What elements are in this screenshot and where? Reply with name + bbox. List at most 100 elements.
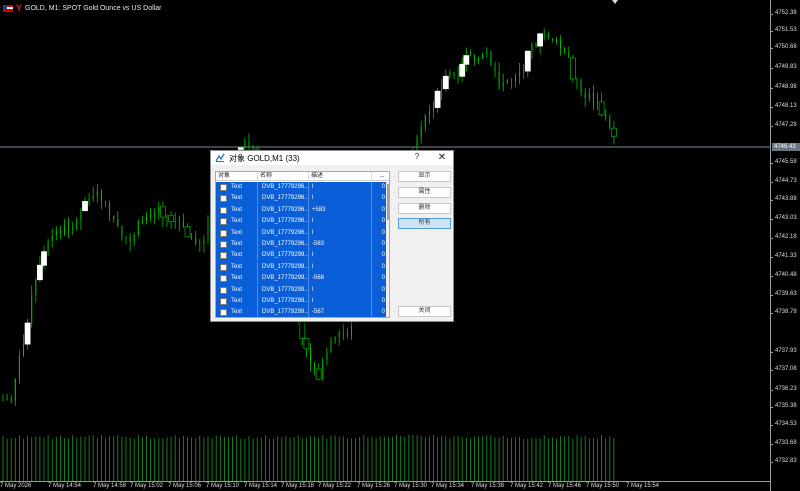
row-checkbox[interactable] <box>220 229 227 237</box>
table-row[interactable]: Text DVB_17779296... l 0 <box>216 193 386 205</box>
candle-body <box>315 368 322 380</box>
candle-body <box>92 195 94 199</box>
row-name: DVB_17779296... <box>258 193 309 205</box>
time-label: 7 May 15:22 <box>318 483 352 489</box>
row-object-type: Text <box>230 261 258 273</box>
row-description: l <box>309 261 372 273</box>
table-row[interactable]: Text DVB_17779299... -567 0 <box>216 307 386 317</box>
candle-body <box>64 226 65 235</box>
candle-body <box>23 344 24 356</box>
price-tick <box>770 68 773 69</box>
table-row[interactable]: Text DVB_17779296... l 0 <box>216 216 386 228</box>
candle-body <box>203 239 205 244</box>
delete-button[interactable]: 删除 <box>398 203 451 214</box>
scrollbar-thumb[interactable] <box>387 184 389 220</box>
candle-body <box>2 399 4 401</box>
row-checkbox[interactable] <box>220 252 227 260</box>
table-row[interactable]: Text DVB_17779296... -583 0 <box>216 238 386 251</box>
price-axis[interactable]: 4752.38 4751.53 4750.68 4749.83 4748.98 4748.… <box>770 0 800 491</box>
candle-body <box>37 264 43 281</box>
help-button[interactable]: ? <box>411 152 423 161</box>
table-row[interactable]: Text DVB_17779299... l 0 <box>216 295 386 308</box>
one-click-trading-toggle-icon[interactable] <box>612 0 618 4</box>
row-checkbox[interactable] <box>220 195 227 203</box>
price-label: 4740.48 <box>775 272 797 278</box>
candle-body <box>441 88 443 92</box>
candle-body <box>506 79 508 83</box>
row-checkbox[interactable] <box>220 184 227 191</box>
price-tick <box>770 200 773 201</box>
candle-body <box>338 333 340 338</box>
row-checkbox[interactable] <box>220 309 227 317</box>
candle-body <box>584 92 586 98</box>
price-tick <box>770 219 773 220</box>
show-button[interactable]: 显示 <box>398 171 451 182</box>
price-label: 4749.83 <box>775 64 797 70</box>
candle-body <box>611 127 617 138</box>
candle-body <box>322 360 324 380</box>
row-checkbox[interactable] <box>220 206 227 214</box>
row-checkbox[interactable] <box>220 218 227 226</box>
row-checkbox[interactable] <box>220 297 227 305</box>
row-name: DVB_17779296... <box>258 227 309 239</box>
candle-body <box>195 238 197 243</box>
time-axis[interactable]: 7 May 2026 7 May 14:54 7 May 14:58 7 May 15… <box>0 481 770 491</box>
column-header-object[interactable]: 对象 <box>216 172 258 181</box>
candle-body <box>510 79 512 81</box>
close-button[interactable]: 关闭 <box>398 306 451 317</box>
candle-body <box>519 71 521 77</box>
candle-body <box>588 92 590 98</box>
row-checkbox[interactable] <box>220 286 227 294</box>
time-label: 7 May 15:34 <box>431 483 465 489</box>
close-icon[interactable]: ✕ <box>435 151 449 165</box>
candle-body <box>326 352 328 361</box>
candle-body <box>59 230 61 235</box>
column-header-description[interactable]: 描述 <box>309 172 372 181</box>
row-checkbox[interactable] <box>220 240 227 248</box>
table-row[interactable]: Text DVB_17779296... +583 0 <box>216 204 386 217</box>
current-price-label: 4746.43 <box>772 143 800 151</box>
row-name: DVB_17779299... <box>258 250 309 262</box>
candle-body <box>560 40 562 49</box>
price-tick <box>770 107 773 108</box>
table-row[interactable]: Text DVB_17779296... l 0 <box>216 182 386 194</box>
price-tick <box>770 182 773 183</box>
table-row[interactable]: Text DVB_17779299... l 0 <box>216 250 386 262</box>
dialog-titlebar[interactable]: 对象 GOLD,M1 (33) ? ✕ <box>211 151 453 165</box>
row-checkbox[interactable] <box>220 263 227 271</box>
table-scrollbar[interactable] <box>386 182 389 317</box>
candle-body <box>6 398 8 400</box>
objects-list-dialog[interactable]: 对象 GOLD,M1 (33) ? ✕ 对象 名称 描述 ... Text DVB… <box>210 150 454 322</box>
column-header-more[interactable]: ... <box>372 172 389 181</box>
time-label: 7 May 15:26 <box>357 483 391 489</box>
row-value: 0 <box>381 252 385 259</box>
properties-button[interactable]: 属性 <box>398 187 451 198</box>
row-name: DVB_17779299... <box>258 261 309 273</box>
price-tick <box>770 14 773 15</box>
table-row[interactable]: Text DVB_17779299... -568 0 <box>216 273 386 285</box>
candle-body <box>41 251 47 266</box>
all-button[interactable]: 所有 <box>398 218 451 229</box>
row-description: l <box>309 182 372 193</box>
time-label: 7 May 14:58 <box>93 483 127 489</box>
candle-body <box>524 50 531 72</box>
price-tick <box>770 48 773 49</box>
table-row[interactable]: Text DVB_17779296... l 0 <box>216 227 386 239</box>
us-flag-icon <box>3 4 13 12</box>
candle-body <box>463 55 470 65</box>
objects-table[interactable]: 对象 名称 描述 ... Text DVB_17779296... l 0 Text DV… <box>215 171 390 318</box>
row-value: 0 <box>381 309 385 316</box>
table-row[interactable]: Text DVB_17779299... l 0 <box>216 261 386 274</box>
row-value: 0 <box>381 218 385 225</box>
row-checkbox[interactable] <box>220 275 227 283</box>
price-label: 4741.33 <box>775 253 797 259</box>
price-tick <box>770 425 773 426</box>
candle-body <box>137 220 139 236</box>
price-label: 4734.53 <box>775 421 797 427</box>
candle-body <box>564 48 566 53</box>
row-description: l <box>309 295 372 307</box>
candle-body <box>191 236 193 239</box>
column-header-name[interactable]: 名称 <box>258 172 309 181</box>
candle-body <box>449 72 451 77</box>
table-row[interactable]: Text DVB_17779299... l 0 <box>216 284 386 296</box>
